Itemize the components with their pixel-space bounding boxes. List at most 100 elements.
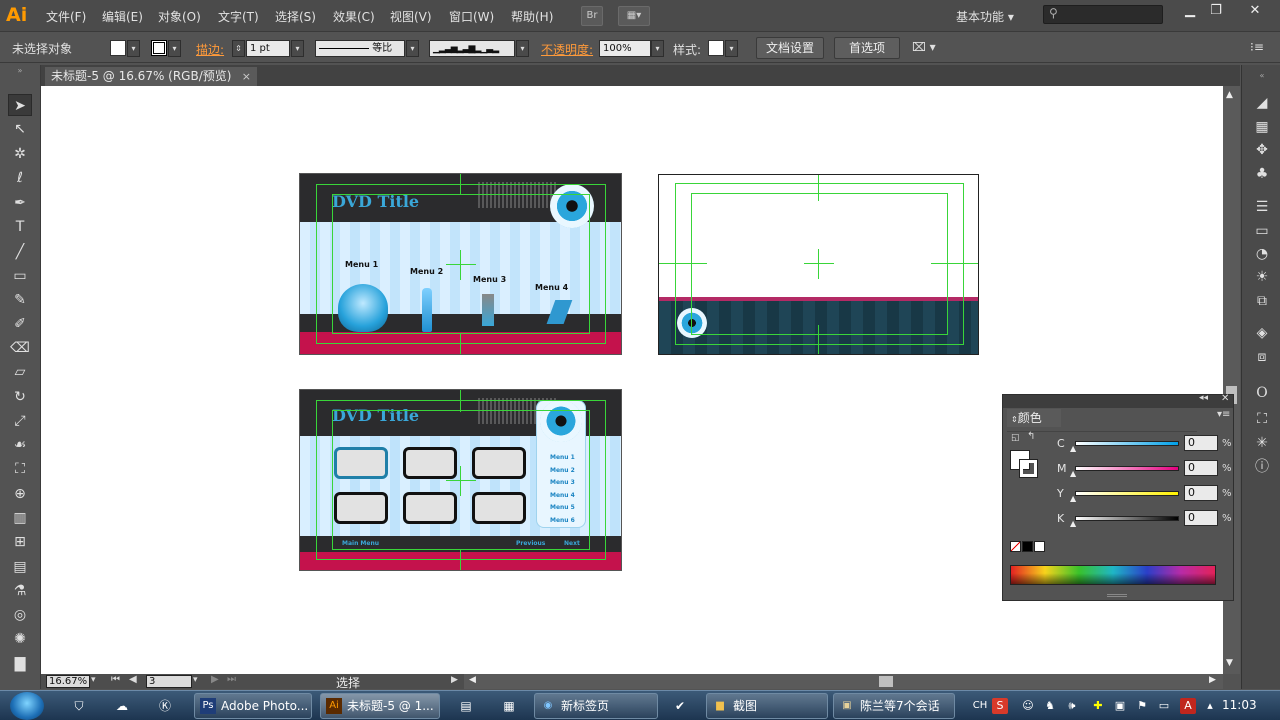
menu-help[interactable]: 帮助(H) [511,8,553,25]
acrobat-icon[interactable]: A [1180,698,1196,714]
taskbar-item-chat[interactable]: ▣ 陈兰等7个会话 [833,693,955,719]
type-tool-icon[interactable]: T [8,216,32,238]
artboard-number-input[interactable]: 3 [146,675,192,688]
white-swatch[interactable] [1034,541,1045,552]
transform-icon[interactable]: ⛶ [1251,409,1273,429]
close-panel-icon[interactable]: ✕ [1221,393,1229,404]
shape-builder-tool-icon[interactable]: ⊕ [8,483,32,505]
calculator-icon[interactable]: ▤ [455,696,477,716]
swatches-icon[interactable]: ✥ [1251,140,1273,160]
panel-header[interactable]: ◂◂ ✕ [1003,393,1233,408]
fill-dropdown[interactable]: ▾ [127,40,140,57]
eyedropper-tool-icon[interactable]: ⚗ [8,580,32,602]
info-icon[interactable]: ⓘ [1251,457,1273,477]
mesh-tool-icon[interactable]: ⊞ [8,531,32,553]
direct-selection-tool-icon[interactable]: ↖ [8,118,32,140]
color-panel-tab[interactable]: ⇕颜色 [1007,409,1061,427]
artboards-panel-icon[interactable]: ⧈ [1251,347,1273,367]
slider-handle-icon[interactable]: ▲ [1070,519,1076,528]
quick-launch-icon[interactable]: Ⓚ [154,696,176,716]
artboard-submenu[interactable]: DVD Title Menu 1 Menu 2 Menu 3 Menu 4 Me… [299,389,622,571]
pencil-tool-icon[interactable]: ✐ [8,313,32,335]
selection-tool-icon[interactable]: ➤ [8,94,32,116]
document-tab[interactable]: 未标题-5 @ 16.67% (RGB/预览) × [45,67,257,86]
yellow-slider[interactable] [1075,491,1179,496]
magic-wand-tool-icon[interactable]: ✲ [8,143,32,165]
stroke-profile-dropdown[interactable]: ▾ [406,40,419,57]
layers-icon[interactable]: ◈ [1251,323,1273,343]
sogou-icon[interactable]: S [992,698,1008,714]
blend-tool-icon[interactable]: ◎ [8,604,32,626]
menu-type[interactable]: 文字(T) [218,8,259,25]
black-swatch[interactable] [1022,541,1033,552]
cyan-slider[interactable] [1075,441,1179,446]
expand-icon[interactable]: « [1251,66,1273,86]
black-slider[interactable] [1075,516,1179,521]
update-icon[interactable]: ✚ [1090,698,1106,714]
rectangle-tool-icon[interactable]: ▭ [8,265,32,287]
stroke-swatch[interactable] [151,40,167,56]
pen-tool-icon[interactable]: ✒ [8,192,32,214]
yellow-input[interactable]: 0 [1184,485,1218,501]
menu-object[interactable]: 对象(O) [158,8,201,25]
collapse-icon[interactable]: » [8,67,32,75]
swap-colors-icon[interactable]: ↰ [1027,431,1035,442]
resize-grip-icon[interactable] [1107,594,1127,597]
artboard-main-menu[interactable]: DVD Title Menu 1 Menu 2 Menu 3 Menu 4 [299,173,622,355]
qq-icon[interactable]: ♞ [1042,698,1058,714]
line-tool-icon[interactable]: ╱ [8,241,32,263]
style-swatch[interactable] [708,40,724,56]
stroke-label[interactable]: 描边: [196,41,224,58]
none-swatch[interactable] [1010,541,1021,552]
slider-handle-icon[interactable]: ▲ [1070,494,1076,503]
panel-menu-icon[interactable]: ▾≡ [1217,409,1230,420]
ime-indicator[interactable]: CH [970,698,990,714]
default-colors-icon[interactable]: ◱ [1011,433,1020,443]
first-artboard-icon[interactable]: ⏮ [111,674,120,685]
rotate-tool-icon[interactable]: ↻ [8,386,32,408]
warp-tool-icon[interactable]: ☙ [8,434,32,456]
wechat-icon[interactable]: ☺ [1020,698,1036,714]
minimize-button[interactable]: ▁ [1177,2,1203,20]
zoom-input[interactable]: 16.67% [46,675,90,688]
network-icon[interactable]: ▣ [1112,698,1128,714]
brush-dropdown[interactable]: ▾ [516,40,529,57]
column-graph-tool-icon[interactable]: ▇ [8,653,32,675]
flag-icon[interactable]: ⚑ [1134,698,1150,714]
artboard-dropdown-icon[interactable]: ▾ [193,675,198,685]
menu-edit[interactable]: 编辑(E) [102,8,143,25]
stroke-stepper[interactable]: ⇕ [232,40,245,57]
stroke-dropdown[interactable]: ▾ [168,40,181,57]
scale-tool-icon[interactable]: ⤢ [8,410,32,432]
magenta-slider[interactable] [1075,466,1179,471]
collapse-panel-icon[interactable]: ◂◂ [1199,393,1208,403]
artboard-blank[interactable] [658,174,979,355]
close-button[interactable]: ✕ [1242,2,1268,20]
workspace-switcher[interactable]: 基本功能 ▾ [956,8,1014,25]
brush-definition[interactable]: ▁▂▃▅▂▃▆▂▁▃▂ [429,40,515,57]
stroke-width-dropdown[interactable]: ▾ [291,40,304,57]
symbol-sprayer-tool-icon[interactable]: ✺ [8,628,32,650]
gradient-panel-icon[interactable]: ▭ [1251,221,1273,241]
document-setup-button[interactable]: 文档设置 [756,37,824,59]
start-button[interactable] [10,692,44,720]
bridge-button[interactable]: Br [581,6,603,26]
scroll-right-icon[interactable]: ▶ [1209,675,1216,685]
paintbrush-tool-icon[interactable]: ✎ [8,289,32,311]
eraser-tool-icon[interactable]: ▱ [8,361,32,383]
taskbar-item-browser[interactable]: ◉ 新标签页 [534,693,658,719]
stroke-width-input[interactable]: 1 pt [246,40,290,57]
fill-swatch[interactable] [110,40,126,56]
menu-window[interactable]: 窗口(W) [449,8,494,25]
next-artboard-icon[interactable]: ▶ [211,674,219,685]
align-panel-icon[interactable]: ✳ [1251,433,1273,453]
color-guide-icon[interactable]: ▦ [1251,117,1273,137]
character-icon[interactable]: O [1251,383,1273,403]
taskbar-item-folder[interactable]: ▆ 截图 [706,693,828,719]
scroll-up-icon[interactable]: ▲ [1226,90,1233,100]
transparency-icon[interactable]: ◔ [1251,244,1273,264]
slider-handle-icon[interactable]: ▲ [1070,469,1076,478]
free-transform-tool-icon[interactable]: ⛶ [8,458,32,480]
blob-brush-tool-icon[interactable]: ⌫ [8,337,32,359]
opacity-input[interactable]: 100% [599,40,651,57]
